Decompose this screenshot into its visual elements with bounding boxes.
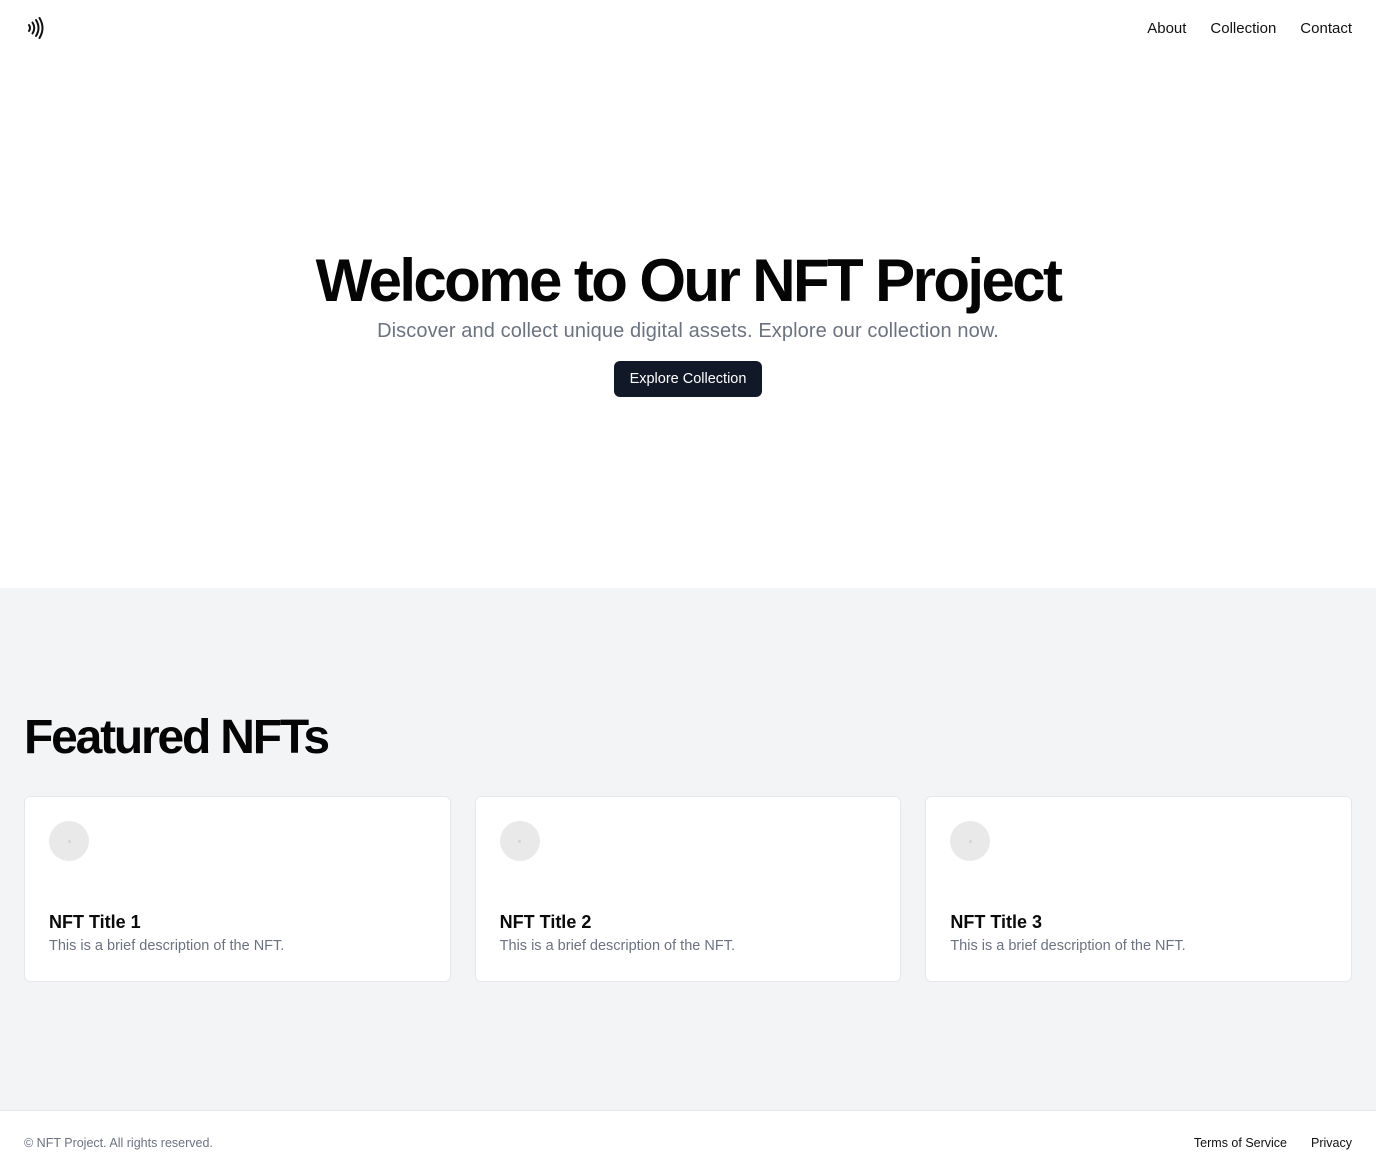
nft-card-title: NFT Title 1 — [49, 912, 141, 932]
hero-subtitle: Discover and collect unique digital asse… — [377, 319, 999, 342]
copyright-text: © NFT Project. All rights reserved. — [24, 1136, 213, 1150]
nav-link-about[interactable]: About — [1147, 20, 1186, 37]
nft-card[interactable]: NFT Title 3 This is a brief description … — [925, 796, 1352, 982]
featured-title: Featured NFTs — [24, 711, 330, 764]
contactless-wave-icon — [28, 17, 44, 39]
featured-section: Featured NFTs NFT Title 1 This is a brie… — [0, 588, 1376, 1110]
site-header: About Collection Contact — [0, 0, 1376, 56]
nft-card-description: This is a brief description of the NFT. — [49, 938, 285, 954]
nft-card-description: This is a brief description of the NFT. — [499, 938, 735, 954]
nft-card-title: NFT Title 3 — [950, 912, 1043, 932]
nft-card[interactable]: NFT Title 2 This is a brief description … — [474, 796, 902, 982]
footer-nav: Terms of Service Privacy — [1194, 1136, 1352, 1150]
hero-title: Welcome to Our NFT Project — [315, 246, 1063, 314]
nft-card-grid: NFT Title 1 This is a brief description … — [24, 796, 1352, 982]
nft-card-title: NFT Title 2 — [499, 912, 592, 932]
nft-card[interactable]: NFT Title 1 This is a brief description … — [24, 796, 451, 982]
hero-section: Welcome to Our NFT Project Discover and … — [0, 56, 1376, 588]
explore-collection-button[interactable]: Explore Collection — [613, 360, 763, 397]
placeholder-image-icon — [49, 821, 89, 861]
nav-link-collection[interactable]: Collection — [1210, 20, 1276, 37]
nav-link-contact[interactable]: Contact — [1300, 20, 1352, 37]
nft-card-description: This is a brief description of the NFT. — [950, 938, 1186, 954]
main-nav: About Collection Contact — [1147, 20, 1352, 37]
footer-link-privacy[interactable]: Privacy — [1311, 1136, 1352, 1150]
placeholder-image-icon — [950, 821, 991, 861]
placeholder-image-icon — [499, 821, 540, 861]
footer-link-terms[interactable]: Terms of Service — [1194, 1136, 1287, 1150]
site-footer: © NFT Project. All rights reserved. Term… — [0, 1110, 1376, 1175]
logo-link[interactable] — [24, 16, 48, 40]
